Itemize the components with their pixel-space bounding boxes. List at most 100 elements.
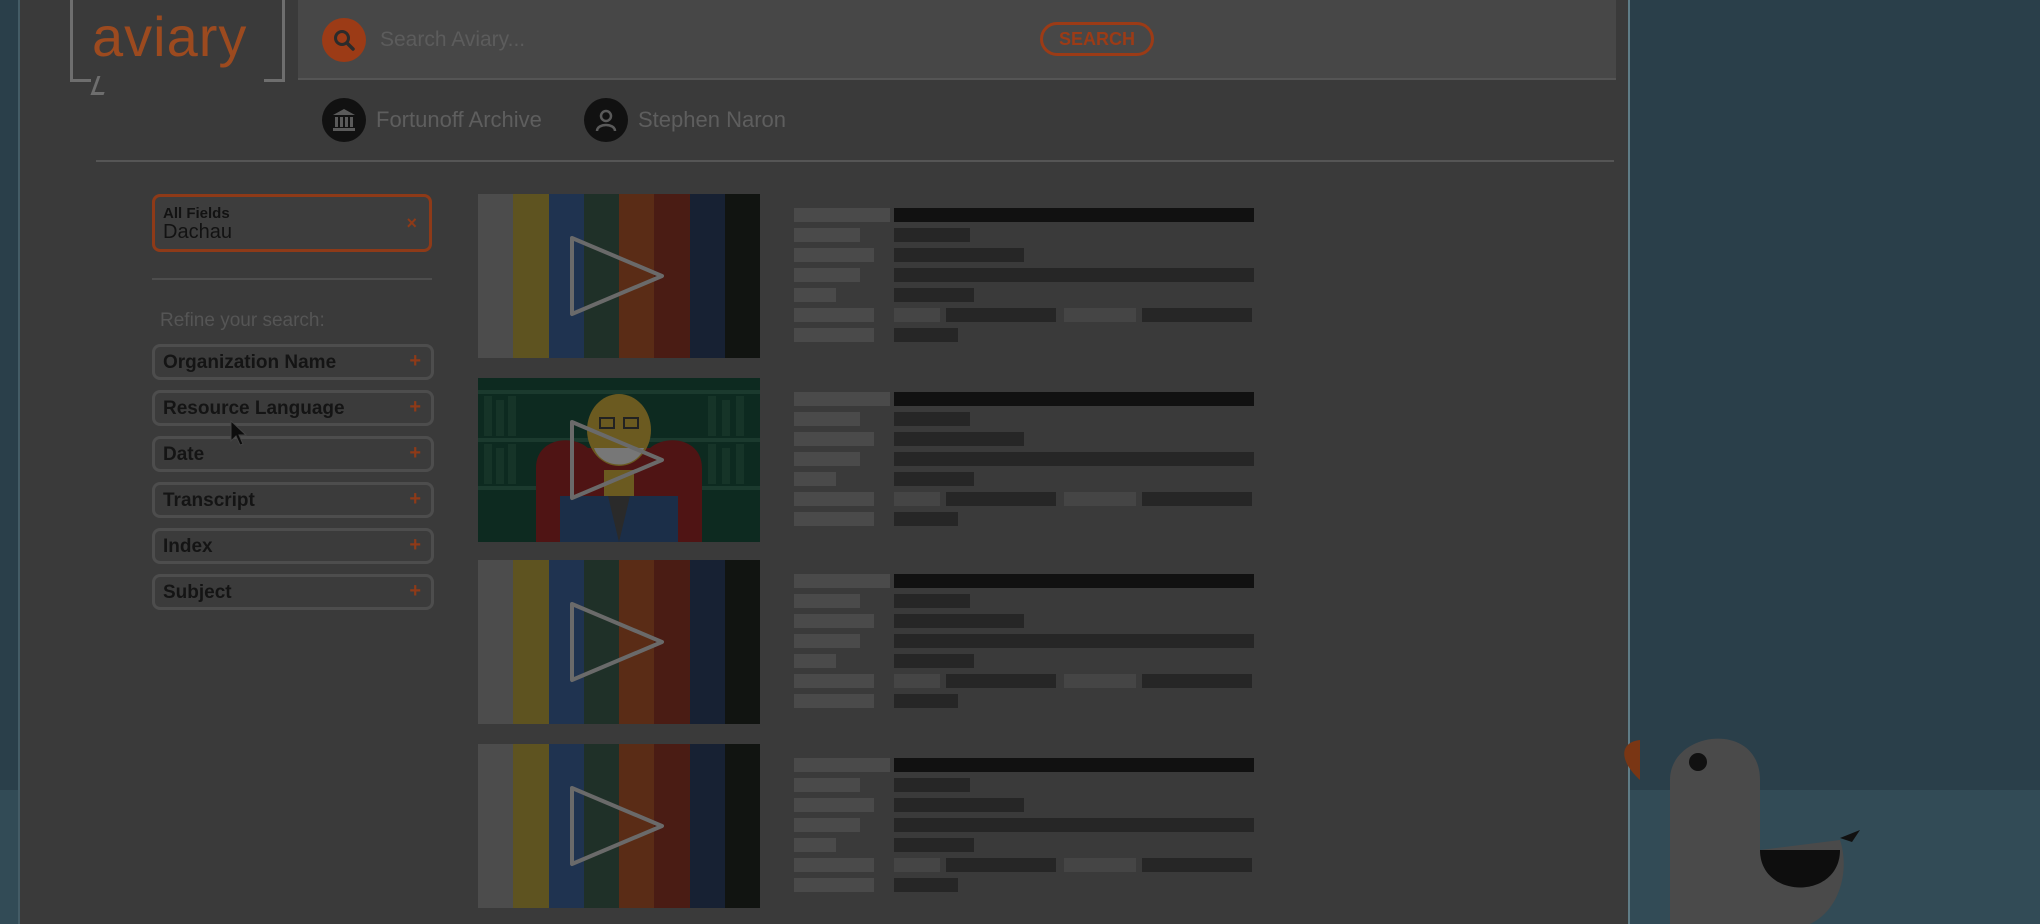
result-thumbnail[interactable] xyxy=(478,744,760,908)
metadata-label-placeholder xyxy=(794,472,836,486)
play-icon[interactable] xyxy=(568,234,668,318)
search-input[interactable] xyxy=(378,22,982,58)
metadata-value-placeholder xyxy=(894,492,940,506)
metadata-label-placeholder xyxy=(794,288,836,302)
metadata-label-placeholder xyxy=(794,758,890,772)
metadata-value-placeholder xyxy=(894,452,1254,466)
metadata-label-placeholder xyxy=(794,878,874,892)
metadata-value-placeholder xyxy=(894,432,1024,446)
metadata-value-placeholder xyxy=(894,594,970,608)
metadata-value-placeholder xyxy=(1064,308,1136,322)
metadata-value-placeholder xyxy=(946,492,1056,506)
search-button[interactable]: SEARCH xyxy=(1040,22,1154,56)
facet-resource-language[interactable]: Resource Language + xyxy=(152,390,434,426)
metadata-value-placeholder xyxy=(894,208,1254,222)
metadata-value-placeholder xyxy=(1064,492,1136,506)
logo-wordmark: aviary xyxy=(92,5,248,68)
metadata-value-placeholder xyxy=(894,614,1024,628)
metadata-value-placeholder xyxy=(894,512,958,526)
metadata-label-placeholder xyxy=(794,308,874,322)
search-bar: SEARCH xyxy=(298,0,1616,80)
metadata-value-placeholder xyxy=(894,818,1254,832)
metadata-value-placeholder xyxy=(946,858,1056,872)
metadata-value-placeholder xyxy=(894,412,970,426)
facet-subject[interactable]: Subject + xyxy=(152,574,434,610)
metadata-value-placeholder xyxy=(894,838,974,852)
plus-icon[interactable]: + xyxy=(409,534,421,557)
facet-index[interactable]: Index + xyxy=(152,528,434,564)
metadata-value-placeholder xyxy=(894,674,940,688)
metadata-value-placeholder xyxy=(894,878,958,892)
aviary-logo[interactable]: aviary xyxy=(70,0,285,95)
breadcrumb-user-label: Stephen Naron xyxy=(638,107,786,132)
result-thumbnail[interactable] xyxy=(478,378,760,542)
metadata-label-placeholder xyxy=(794,858,874,872)
filter-divider xyxy=(152,278,432,280)
metadata-label-placeholder xyxy=(794,818,860,832)
user-icon xyxy=(584,98,628,142)
plus-icon[interactable]: + xyxy=(409,396,421,419)
play-icon[interactable] xyxy=(568,600,668,684)
search-icon[interactable] xyxy=(322,18,366,62)
plus-icon[interactable]: + xyxy=(409,442,421,465)
metadata-label-placeholder xyxy=(794,574,890,588)
facet-label: Subject xyxy=(163,582,232,603)
mouse-pointer-icon xyxy=(230,420,248,446)
metadata-value-placeholder xyxy=(894,228,970,242)
active-filter-value: Dachau xyxy=(163,221,232,243)
result-thumbnail[interactable] xyxy=(478,194,760,358)
metadata-value-placeholder xyxy=(1142,858,1252,872)
metadata-label-placeholder xyxy=(794,594,860,608)
metadata-label-placeholder xyxy=(794,328,874,342)
metadata-value-placeholder xyxy=(946,308,1056,322)
plus-icon[interactable]: + xyxy=(409,350,421,373)
aviary-bird-mascot xyxy=(1624,738,1860,924)
metadata-value-placeholder xyxy=(894,574,1254,588)
play-icon[interactable] xyxy=(568,784,668,868)
metadata-label-placeholder xyxy=(794,694,874,708)
metadata-value-placeholder xyxy=(1064,674,1136,688)
result-thumbnail[interactable] xyxy=(478,560,760,724)
facet-date[interactable]: Date + xyxy=(152,436,434,472)
metadata-label-placeholder xyxy=(794,674,874,688)
page-overlay: aviary SEARCH Fortunoff Ar xyxy=(18,0,1630,924)
refine-heading: Refine your search: xyxy=(160,310,325,331)
metadata-label-placeholder xyxy=(794,412,860,426)
metadata-label-placeholder xyxy=(794,392,890,406)
metadata-value-placeholder xyxy=(894,654,974,668)
play-icon[interactable] xyxy=(568,418,668,502)
metadata-value-placeholder xyxy=(1142,674,1252,688)
remove-filter-icon[interactable]: × xyxy=(406,213,417,234)
metadata-value-placeholder xyxy=(894,308,940,322)
metadata-value-placeholder xyxy=(1064,858,1136,872)
facet-organization-name[interactable]: Organization Name + xyxy=(152,344,434,380)
metadata-value-placeholder xyxy=(894,392,1254,406)
metadata-label-placeholder xyxy=(794,512,874,526)
metadata-value-placeholder xyxy=(894,472,974,486)
metadata-value-placeholder xyxy=(894,758,1254,772)
metadata-label-placeholder xyxy=(794,432,874,446)
metadata-value-placeholder xyxy=(894,858,940,872)
facet-label: Transcript xyxy=(163,490,255,511)
breadcrumb-organization[interactable]: Fortunoff Archive xyxy=(322,98,542,142)
plus-icon[interactable]: + xyxy=(409,580,421,603)
metadata-label-placeholder xyxy=(794,268,860,282)
active-filter-chip[interactable]: All Fields Dachau × xyxy=(152,194,432,252)
metadata-label-placeholder xyxy=(794,838,836,852)
metadata-value-placeholder xyxy=(894,694,958,708)
facet-label: Resource Language xyxy=(163,398,345,419)
facet-transcript[interactable]: Transcript + xyxy=(152,482,434,518)
header-divider xyxy=(96,160,1614,162)
breadcrumb-user[interactable]: Stephen Naron xyxy=(584,98,786,142)
metadata-label-placeholder xyxy=(794,654,836,668)
logo-right-bracket xyxy=(264,0,285,82)
metadata-value-placeholder xyxy=(894,248,1024,262)
plus-icon[interactable]: + xyxy=(409,488,421,511)
breadcrumb-organization-label: Fortunoff Archive xyxy=(376,107,542,132)
metadata-label-placeholder xyxy=(794,778,860,792)
metadata-label-placeholder xyxy=(794,228,860,242)
metadata-value-placeholder xyxy=(894,328,958,342)
metadata-label-placeholder xyxy=(794,634,860,648)
metadata-value-placeholder xyxy=(1142,308,1252,322)
metadata-value-placeholder xyxy=(894,288,974,302)
